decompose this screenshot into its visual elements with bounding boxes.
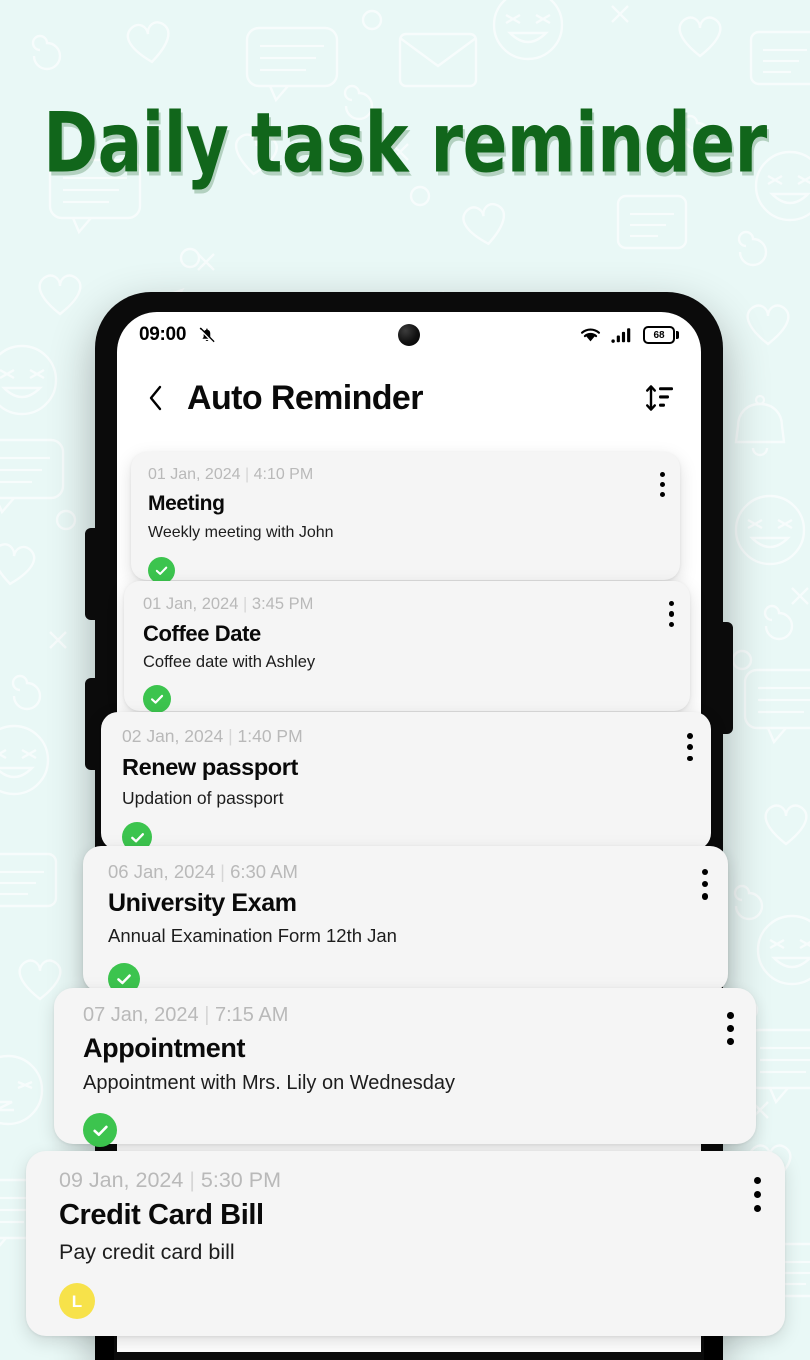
reminder-time: 5:30 PM [200,1168,281,1192]
check-icon [150,694,164,704]
check-icon [92,1125,108,1136]
reminder-separator: | [228,726,233,746]
volume-up-button[interactable] [85,528,97,620]
reminder-title: Credit Card Bill [59,1199,264,1231]
reminder-date: 01 Jan, 2024 [143,595,239,613]
chevron-left-icon [149,385,162,411]
reminder-date: 09 Jan, 2024 [59,1168,184,1192]
reminder-date: 06 Jan, 2024 [108,861,215,882]
reminder-description: Appointment with Mrs. Lily on Wednesday [83,1072,456,1094]
reminder-card[interactable]: 09 Jan, 2024 | 5:30 PM Credit Card Bill … [26,1151,785,1336]
reminder-card[interactable]: 06 Jan, 2024 | 6:30 AM University Exam A… [83,846,728,995]
front-camera-punchhole [398,324,420,346]
reminder-card[interactable]: 02 Jan, 2024 | 1:40 PM Renew passport Up… [101,712,711,852]
status-bar: 09:00 68 [117,312,701,358]
battery-indicator: 68 [643,326,679,344]
reminder-time: 3:45 PM [251,595,314,613]
status-badge-later[interactable]: L [59,1283,95,1319]
poster-canvas: Daily task reminder 09:00 68 Auto Remind… [0,0,810,1360]
reminder-separator: | [220,861,225,882]
reminder-menu-button[interactable] [687,733,693,762]
reminder-title: University Exam [108,889,297,917]
reminder-description: Weekly meeting with John [148,524,334,541]
reminder-datetime: 09 Jan, 2024 | 5:30 PM [59,1168,281,1193]
reminder-date: 02 Jan, 2024 [122,726,224,746]
poster-headline: Daily task reminder [43,96,767,193]
power-button[interactable] [721,622,733,734]
status-bar-right: 68 [579,326,679,344]
phone-bottom-right-edge [704,1334,723,1360]
check-icon [155,566,168,575]
app-header: Auto Reminder [117,358,701,438]
status-badge-done[interactable] [83,1113,117,1147]
page-title: Auto Reminder [187,378,423,417]
status-badge-label: L [71,1291,83,1311]
sort-button[interactable] [643,381,677,415]
battery-tip [676,331,679,339]
status-bar-clock: 09:00 [139,324,187,345]
status-badge-done[interactable] [143,685,171,713]
reminder-description: Updation of passport [122,788,284,808]
reminder-description: Pay credit card bill [59,1240,235,1264]
back-button[interactable] [141,383,171,413]
reminder-menu-button[interactable] [668,601,674,628]
sort-icon [646,385,673,411]
reminder-time: 7:15 AM [214,1004,289,1026]
check-icon [130,832,144,842]
reminder-datetime: 01 Jan, 2024 | 4:10 PM [148,466,313,484]
reminder-card[interactable]: 01 Jan, 2024 | 4:10 PM Meeting Weekly me… [131,452,680,584]
reminder-separator: | [204,1004,210,1026]
reminder-datetime: 02 Jan, 2024 | 1:40 PM [122,726,303,747]
reminder-title: Appointment [83,1033,246,1063]
reminder-separator: | [244,466,250,483]
reminder-time: 1:40 PM [237,726,303,746]
reminder-date: 01 Jan, 2024 [148,466,241,483]
reminder-title: Coffee Date [143,621,261,646]
bell-muted-icon [199,327,215,344]
reminder-time: 4:10 PM [253,466,314,483]
volume-down-button[interactable] [85,678,97,770]
reminder-card[interactable]: 07 Jan, 2024 | 7:15 AM Appointment Appoi… [54,988,756,1147]
reminder-datetime: 06 Jan, 2024 | 6:30 AM [108,861,298,883]
reminder-menu-button[interactable] [701,869,708,900]
reminder-card[interactable]: 01 Jan, 2024 | 3:45 PM Coffee Date Coffe… [124,581,690,713]
reminder-description: Annual Examination Form 12th Jan [108,925,397,946]
reminder-datetime: 01 Jan, 2024 | 3:45 PM [143,595,313,614]
cellular-signal-icon [611,328,631,343]
reminder-menu-button[interactable] [727,1012,734,1045]
status-bar-left: 09:00 [139,324,217,346]
check-icon [117,974,131,985]
reminder-time: 6:30 AM [230,861,298,882]
reminder-datetime: 07 Jan, 2024 | 7:15 AM [83,1004,288,1027]
wifi-icon [580,328,601,342]
reminder-title: Renew passport [122,754,298,780]
status-badge-done[interactable] [148,557,175,584]
reminder-date: 07 Jan, 2024 [83,1004,199,1026]
reminder-separator: | [189,1168,195,1192]
battery-level-text: 68 [643,326,675,344]
phone-bottom-left-edge [95,1334,114,1360]
reminder-title: Meeting [148,492,225,515]
reminder-description: Coffee date with Ashley [143,653,316,671]
reminder-separator: | [243,595,248,613]
reminder-menu-button[interactable] [754,1177,761,1212]
reminder-menu-button[interactable] [660,472,665,497]
